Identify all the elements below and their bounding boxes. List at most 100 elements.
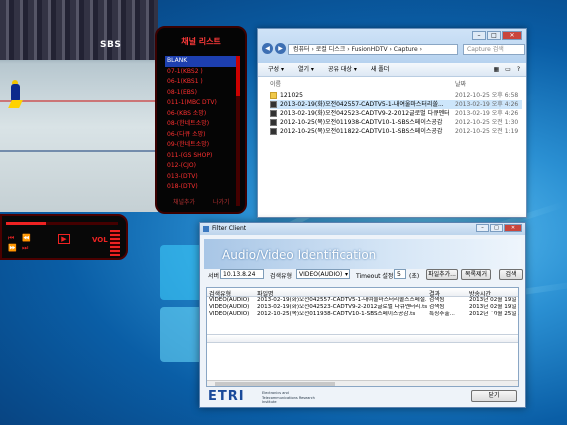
address-bar[interactable]: 컴퓨터 › 로컬 디스크 › FusionHDTV › Capture › — [288, 44, 458, 55]
channel-item[interactable]: 07-1(KBS2 ) — [165, 67, 239, 78]
channel-item[interactable]: 011-1(MBC DTV) — [165, 98, 239, 109]
minimize-button[interactable]: – — [472, 31, 486, 40]
channel-item[interactable]: 011-(GS SHOP) — [165, 151, 239, 162]
play-button[interactable]: ▶ — [58, 234, 70, 244]
file-row[interactable]: 2013-02-19(화)오전042523-CADTV9-2-2012글로벌 다… — [270, 109, 522, 118]
seek-bar[interactable] — [6, 222, 118, 225]
view-icon[interactable]: ▦ — [493, 63, 499, 76]
cell-result: 검색됨 — [429, 297, 445, 303]
channel-list-panel: 채널 리스트 BLANK 07-1(KBS2 ) 06-1(KBS1 ) 08-1(E… — [155, 26, 247, 214]
channel-list-title: 채널 리스트 — [181, 37, 221, 46]
file-list: 121025 2012-10-25 오후 6:58 2013-02-19(화)오전0… — [270, 91, 522, 136]
channel-item[interactable]: 012-(CJO) — [165, 161, 239, 172]
maximize-button[interactable]: □ — [490, 224, 503, 232]
filter-client-window: Filter Client – □ ✕ Audio/Video Identifi… — [199, 222, 526, 408]
file-name: 2012-10-25(목)오전011938-CADTV10-1-SBS스페이스공… — [280, 119, 443, 126]
result-row[interactable]: VIDEO(AUDIO) 2012-10-25(목)오전011938-CADTV1… — [207, 311, 519, 318]
video-file-icon — [270, 110, 277, 117]
channel-item[interactable]: 06-(다큐 소망) — [165, 130, 239, 141]
etri-logo: ETRI — [208, 389, 245, 404]
channel-item[interactable]: 09-(한네트소망) — [165, 140, 239, 151]
maximize-button[interactable]: □ — [487, 31, 501, 40]
chevron-down-icon: ▾ — [344, 271, 348, 278]
channel-item[interactable]: 018-(DTV) — [165, 182, 239, 193]
column-header: 이름 날짜 — [270, 79, 526, 89]
channel-item[interactable]: 06-1(KBS1 ) — [165, 77, 239, 88]
close-dialog-button[interactable]: 닫기 — [471, 390, 517, 402]
cell-file: 2013-02-19(화)오전042557-CADTV5-1-내여울마스터리쏠스… — [257, 297, 427, 303]
file-date: 2012-10-25 오전 1:19 — [455, 128, 519, 135]
search-type-select[interactable]: VIDEO(AUDIO) ▾ — [296, 269, 350, 279]
add-file-button[interactable]: 파일추가... — [426, 269, 458, 280]
cell-type: VIDEO(AUDIO) — [209, 304, 250, 310]
search-form: 서버 10.13.8.24 검색유형 VIDEO(AUDIO) ▾ Timeout… — [206, 269, 523, 281]
result-row[interactable]: VIDEO(AUDIO) 2013-02-19(화)오전042557-CADTV5… — [207, 297, 519, 304]
search-input[interactable]: Capture 검색 — [463, 44, 525, 55]
close-button[interactable]: ✕ — [502, 31, 522, 40]
skater-figure — [8, 80, 23, 110]
player-control-bar: ⏮ ⏪ ⏩ ⏭ ▶ VOL — [0, 214, 128, 260]
footer: ETRI Electronics and Telecommunications … — [204, 387, 521, 405]
next-icon[interactable]: ⏭ — [22, 244, 28, 253]
file-row[interactable]: 121025 2012-10-25 오후 6:58 — [270, 91, 522, 100]
video-player[interactable]: SBS — [0, 0, 158, 212]
prev-icon[interactable]: ⏮ — [8, 234, 14, 243]
video-file-icon — [270, 128, 277, 135]
minimize-button[interactable]: – — [476, 224, 489, 232]
rewind-icon[interactable]: ⏪ — [22, 234, 31, 242]
result-row[interactable]: VIDEO(AUDIO) 2013-02-19(화)오전042523-CADTV9… — [207, 304, 519, 311]
file-row[interactable]: 2012-10-25(목)오전011822-CADTV10-1-SBS스페이스공… — [270, 127, 522, 136]
etri-subtitle: Electronics and Telecommunications Resea… — [262, 391, 315, 404]
forward-icon[interactable]: ⏩ — [8, 244, 17, 252]
explorer-toolbar: 구성 ▾ 열기 ▾ 공유 대상 ▾ 새 폴더 ▦ ▭ ? — [258, 63, 526, 77]
file-date: 2013-02-19 오후 4:26 — [455, 101, 519, 108]
cell-type: VIDEO(AUDIO) — [209, 297, 250, 303]
cell-result: 특징추출... — [429, 311, 455, 317]
organize-button[interactable]: 구성 ▾ — [268, 63, 284, 76]
forward-nav-icon[interactable]: ▶ — [275, 43, 286, 54]
channel-item[interactable]: 013-(DTV) — [165, 172, 239, 183]
column-date[interactable]: 날짜 — [455, 79, 466, 88]
file-date: 2012-10-25 오전 1:30 — [455, 119, 519, 126]
title-bar: Filter Client – □ ✕ — [200, 223, 525, 235]
search-button[interactable]: 검색 — [499, 269, 523, 280]
channel-item[interactable]: BLANK — [165, 56, 239, 67]
volume-label: VOL — [92, 236, 108, 244]
back-icon[interactable]: ◀ — [262, 43, 273, 54]
file-row[interactable]: 2013-02-19(화)오전042557-CADTV5-1-내여울마스터리쏠.… — [270, 100, 522, 109]
file-date: 2012-10-25 오후 6:58 — [455, 92, 519, 99]
channel-item[interactable]: 06-(KBS 소망) — [165, 109, 239, 120]
channel-logo: SBS — [100, 40, 122, 50]
folder-icon — [270, 92, 277, 99]
open-button[interactable]: 열기 ▾ — [298, 63, 314, 76]
cell-file: 2013-02-19(화)오전042523-CADTV9-2-2012글로벌 다… — [257, 304, 427, 310]
cell-result: 검색됨 — [429, 304, 445, 310]
help-icon[interactable]: ? — [517, 63, 520, 76]
preview-pane-icon[interactable]: ▭ — [505, 63, 511, 76]
timeout-input[interactable]: 5 — [394, 269, 406, 279]
header-banner: Audio/Video Identification — [204, 239, 521, 269]
video-file-icon — [270, 119, 277, 126]
channel-list[interactable]: BLANK 07-1(KBS2 ) 06-1(KBS1 ) 08-1(EBS) 011-… — [165, 56, 239, 193]
remove-list-button[interactable]: 목록제거 — [461, 269, 491, 280]
lower-list-header — [207, 334, 518, 343]
exit-button[interactable]: 나가기 — [213, 197, 230, 206]
header-title: Audio/Video Identification — [222, 248, 377, 262]
video-file-icon — [270, 101, 277, 108]
close-button[interactable]: ✕ — [504, 224, 522, 232]
horizontal-scrollbar[interactable] — [207, 380, 518, 386]
column-name[interactable]: 이름 — [270, 79, 281, 88]
add-channel-button[interactable]: 채널추가 — [173, 197, 195, 206]
file-name: 2013-02-19(화)오전042557-CADTV5-1-내여울마스터리쏠.… — [280, 101, 444, 108]
timeout-label: Timeout 설정 — [356, 273, 394, 280]
server-input[interactable]: 10.13.8.24 — [220, 269, 264, 279]
channel-item[interactable]: 08-1(EBS) — [165, 88, 239, 99]
file-name: 121025 — [280, 92, 303, 99]
new-folder-button[interactable]: 새 폴더 — [371, 63, 389, 76]
channel-scrollbar[interactable] — [236, 56, 240, 206]
volume-slider[interactable] — [110, 230, 120, 256]
file-row[interactable]: 2012-10-25(목)오전011938-CADTV10-1-SBS스페이스공… — [270, 118, 522, 127]
explorer-window: – □ ✕ ◀ ▶ 컴퓨터 › 로컬 디스크 › FusionHDTV › Ca… — [257, 28, 527, 218]
share-button[interactable]: 공유 대상 ▾ — [328, 63, 357, 76]
channel-item[interactable]: 08-(한네트소망) — [165, 119, 239, 130]
